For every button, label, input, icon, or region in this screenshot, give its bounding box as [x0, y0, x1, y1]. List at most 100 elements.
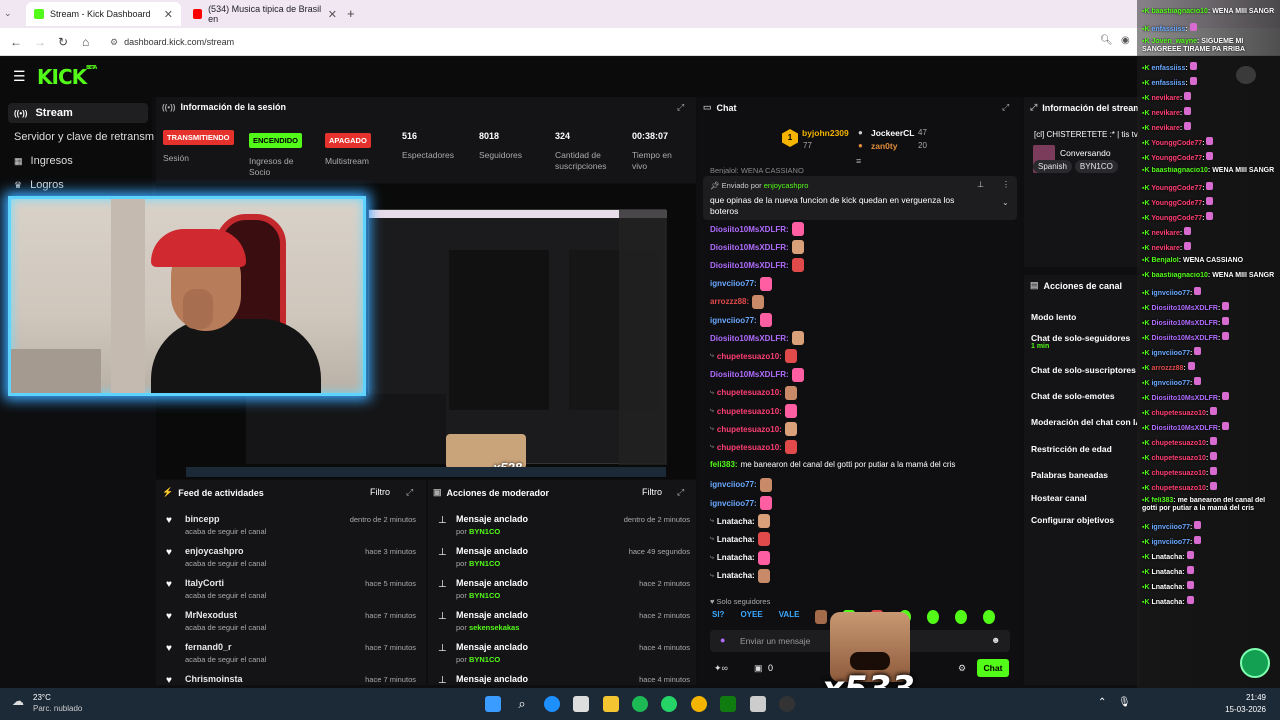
expand-icon[interactable]: ⤢: [1002, 102, 1009, 113]
hamburger-menu-icon[interactable]: ☰: [13, 68, 26, 85]
emote-icon[interactable]: [983, 610, 996, 624]
chat-username[interactable]: arrozzz88:: [710, 297, 749, 306]
forward-arrow-icon[interactable]: →: [34, 35, 46, 49]
mod-action-item[interactable]: ⊥ Mensaje anclado por BYN1CO hace 4 minutos: [436, 640, 690, 672]
zoom-icon[interactable]: 🔍︎: [1100, 35, 1113, 46]
app-icon[interactable]: [750, 696, 766, 712]
chat-username[interactable]: ignvciioo77:: [710, 316, 757, 325]
chat-message[interactable]: Diosiito10MsXDLFR:: [710, 258, 804, 273]
gift-icon[interactable]: ▣: [754, 663, 763, 674]
clock-time[interactable]: 21:49: [1220, 693, 1266, 702]
chat-username[interactable]: chupetesuazo10:: [717, 352, 782, 361]
sidebar-item-stream[interactable]: ((•)) Stream: [8, 103, 148, 123]
mic-tray-icon[interactable]: 🎙︎: [1118, 697, 1131, 708]
tab-kick-dashboard[interactable]: Stream - Kick Dashboard ✕: [26, 2, 181, 26]
chat-username[interactable]: Diosiito10MsXDLFR:: [710, 261, 789, 270]
chat-message[interactable]: ⤷ Lnatacha:: [710, 568, 770, 583]
eye-off-icon[interactable]: ◉: [1121, 35, 1130, 46]
expand-icon[interactable]: ⤢: [677, 102, 684, 113]
moderator-name[interactable]: sekensekakas: [469, 623, 519, 632]
tab-youtube-music[interactable]: (534) Musica tipica de Brasil en ✕: [185, 2, 345, 26]
chat-message[interactable]: ignvciioo77:: [710, 477, 772, 492]
leader-name[interactable]: byjohn2309: [802, 128, 849, 138]
more-options-icon[interactable]: ⋮: [1002, 180, 1010, 189]
leader-name[interactable]: JockeerCL: [871, 128, 914, 138]
chat-message[interactable]: Diosiito10MsXDLFR:: [710, 331, 804, 346]
chat-message[interactable]: Diosiito10MsXDLFR:: [710, 367, 804, 382]
chrome-icon[interactable]: [691, 696, 707, 712]
tray-chevron-icon[interactable]: ⌃: [1098, 697, 1106, 708]
chat-message[interactable]: ⤷ chupetesuazo10:: [710, 349, 797, 364]
send-chat-button[interactable]: Chat: [977, 659, 1009, 677]
chevron-down-icon[interactable]: ⌄: [1002, 198, 1009, 207]
chat-message[interactable]: Diosiito10MsXDLFR:: [710, 240, 804, 255]
chat-message[interactable]: arrozzz88:: [710, 294, 765, 309]
expand-icon[interactable]: ⤢: [406, 487, 413, 498]
channel-action-item[interactable]: Palabras baneadas: [1031, 470, 1137, 480]
emote-icon[interactable]: [815, 610, 828, 624]
mod-action-item[interactable]: ⊥ Mensaje anclado por BYN1CO hace 49 segund…: [436, 544, 690, 576]
chat-message[interactable]: ⤷ Lnatacha:: [710, 532, 770, 547]
leader-name[interactable]: zan0ty: [871, 141, 897, 151]
channel-action-item[interactable]: Chat de solo-emotes: [1031, 391, 1137, 401]
chat-username[interactable]: chupetesuazo10:: [717, 443, 782, 452]
activity-item[interactable]: ♥ Chrismoinsta hace 7 minutos: [164, 672, 420, 685]
search-icon[interactable]: ⌕: [514, 696, 530, 712]
channel-action-item[interactable]: Modo lento: [1031, 312, 1137, 322]
chat-username[interactable]: chupetesuazo10:: [717, 388, 782, 397]
collapse-leaderboard-icon[interactable]: ≡: [856, 156, 861, 166]
home-icon[interactable]: ⌂: [82, 35, 89, 49]
activity-username[interactable]: Chrismoinsta: [185, 674, 243, 684]
obs-icon[interactable]: [779, 696, 795, 712]
mod-filter-button[interactable]: Filtro: [642, 487, 662, 497]
chat-username[interactable]: chupetesuazo10:: [717, 425, 782, 434]
chat-message[interactable]: ignvciioo77:: [710, 313, 772, 327]
chat-message[interactable]: ignvciioo77:: [710, 276, 772, 291]
activity-filter-button[interactable]: Filtro: [370, 487, 390, 497]
xbox-icon[interactable]: [720, 696, 736, 712]
file-explorer-icon[interactable]: [603, 696, 619, 712]
chat-username[interactable]: Lnatacha:: [717, 553, 755, 562]
mod-action-item[interactable]: ⊥ Mensaje anclado por BYN1CO dentro de 2 mi…: [436, 512, 690, 544]
channel-action-item[interactable]: Chat de solo-seguidores 1 min: [1031, 333, 1137, 350]
settings-gear-icon[interactable]: ⚙: [958, 663, 966, 674]
mod-action-item[interactable]: ⊥ Mensaje anclado por BYN1CO hace 2 minutos: [436, 576, 690, 608]
moderator-name[interactable]: BYN1CO: [469, 559, 500, 568]
sidebar-item-revenue[interactable]: ▦ Ingresos: [8, 151, 148, 171]
activity-item[interactable]: ♥ bincepp acaba de seguir el canal dentro d…: [164, 512, 420, 544]
mic-icon[interactable]: ●: [720, 635, 725, 645]
activity-item[interactable]: ♥ MrNexodust acaba de seguir el canal hace …: [164, 608, 420, 640]
activity-item[interactable]: ♥ fernand0_r acaba de seguir el canal hace …: [164, 640, 420, 672]
channel-action-item[interactable]: Hostear canal: [1031, 493, 1137, 503]
channel-action-item[interactable]: Restricción de edad: [1031, 444, 1137, 454]
chat-message[interactable]: ⤷ Lnatacha:: [710, 514, 770, 529]
windows-start-icon[interactable]: [485, 696, 501, 712]
sidebar-item-achievements[interactable]: ♛ Logros: [8, 175, 148, 195]
sidebar-item-server-key[interactable]: Servidor y clave de retransm: [8, 127, 158, 147]
site-info-icon[interactable]: ⚙: [110, 37, 118, 48]
chat-username[interactable]: ignvciioo77:: [710, 279, 757, 288]
channel-action-item[interactable]: Configurar objetivos: [1031, 515, 1137, 525]
chat-username[interactable]: Diosiito10MsXDLFR:: [710, 370, 789, 379]
moderator-name[interactable]: BYN1CO: [469, 527, 500, 536]
unpin-icon[interactable]: ⊥: [977, 180, 984, 189]
expand-icon[interactable]: ⤢: [677, 487, 684, 498]
emote-icon[interactable]: [955, 610, 968, 624]
kick-logo[interactable]: KICKBETA: [37, 65, 97, 89]
edge-icon[interactable]: [544, 696, 560, 712]
activity-username[interactable]: fernand0_r: [185, 642, 232, 652]
chat-username[interactable]: Lnatacha:: [717, 535, 755, 544]
back-arrow-icon[interactable]: ←: [10, 35, 22, 49]
chat-username[interactable]: Lnatacha:: [717, 571, 755, 580]
chat-message[interactable]: ⤷ chupetesuazo10:: [710, 440, 797, 455]
category-name[interactable]: Conversando: [1060, 148, 1111, 158]
chat-username[interactable]: Diosiito10MsXDLFR:: [710, 243, 789, 252]
channel-action-item[interactable]: Moderación del chat con IA: [1031, 417, 1137, 427]
new-tab-icon[interactable]: +: [347, 6, 355, 21]
mod-action-item[interactable]: ⊥ Mensaje anclado hace 4 minutos: [436, 672, 690, 685]
channel-action-item[interactable]: Chat de solo-suscriptores: [1031, 365, 1137, 375]
activity-username[interactable]: enjoycashpro: [185, 546, 244, 556]
mod-action-item[interactable]: ⊥ Mensaje anclado por sekensekakas hace 2 m…: [436, 608, 690, 640]
tab-list-chevron-icon[interactable]: ⌄: [4, 8, 12, 19]
chat-message[interactable]: feli383: me banearon del canal del gotti …: [710, 460, 955, 469]
